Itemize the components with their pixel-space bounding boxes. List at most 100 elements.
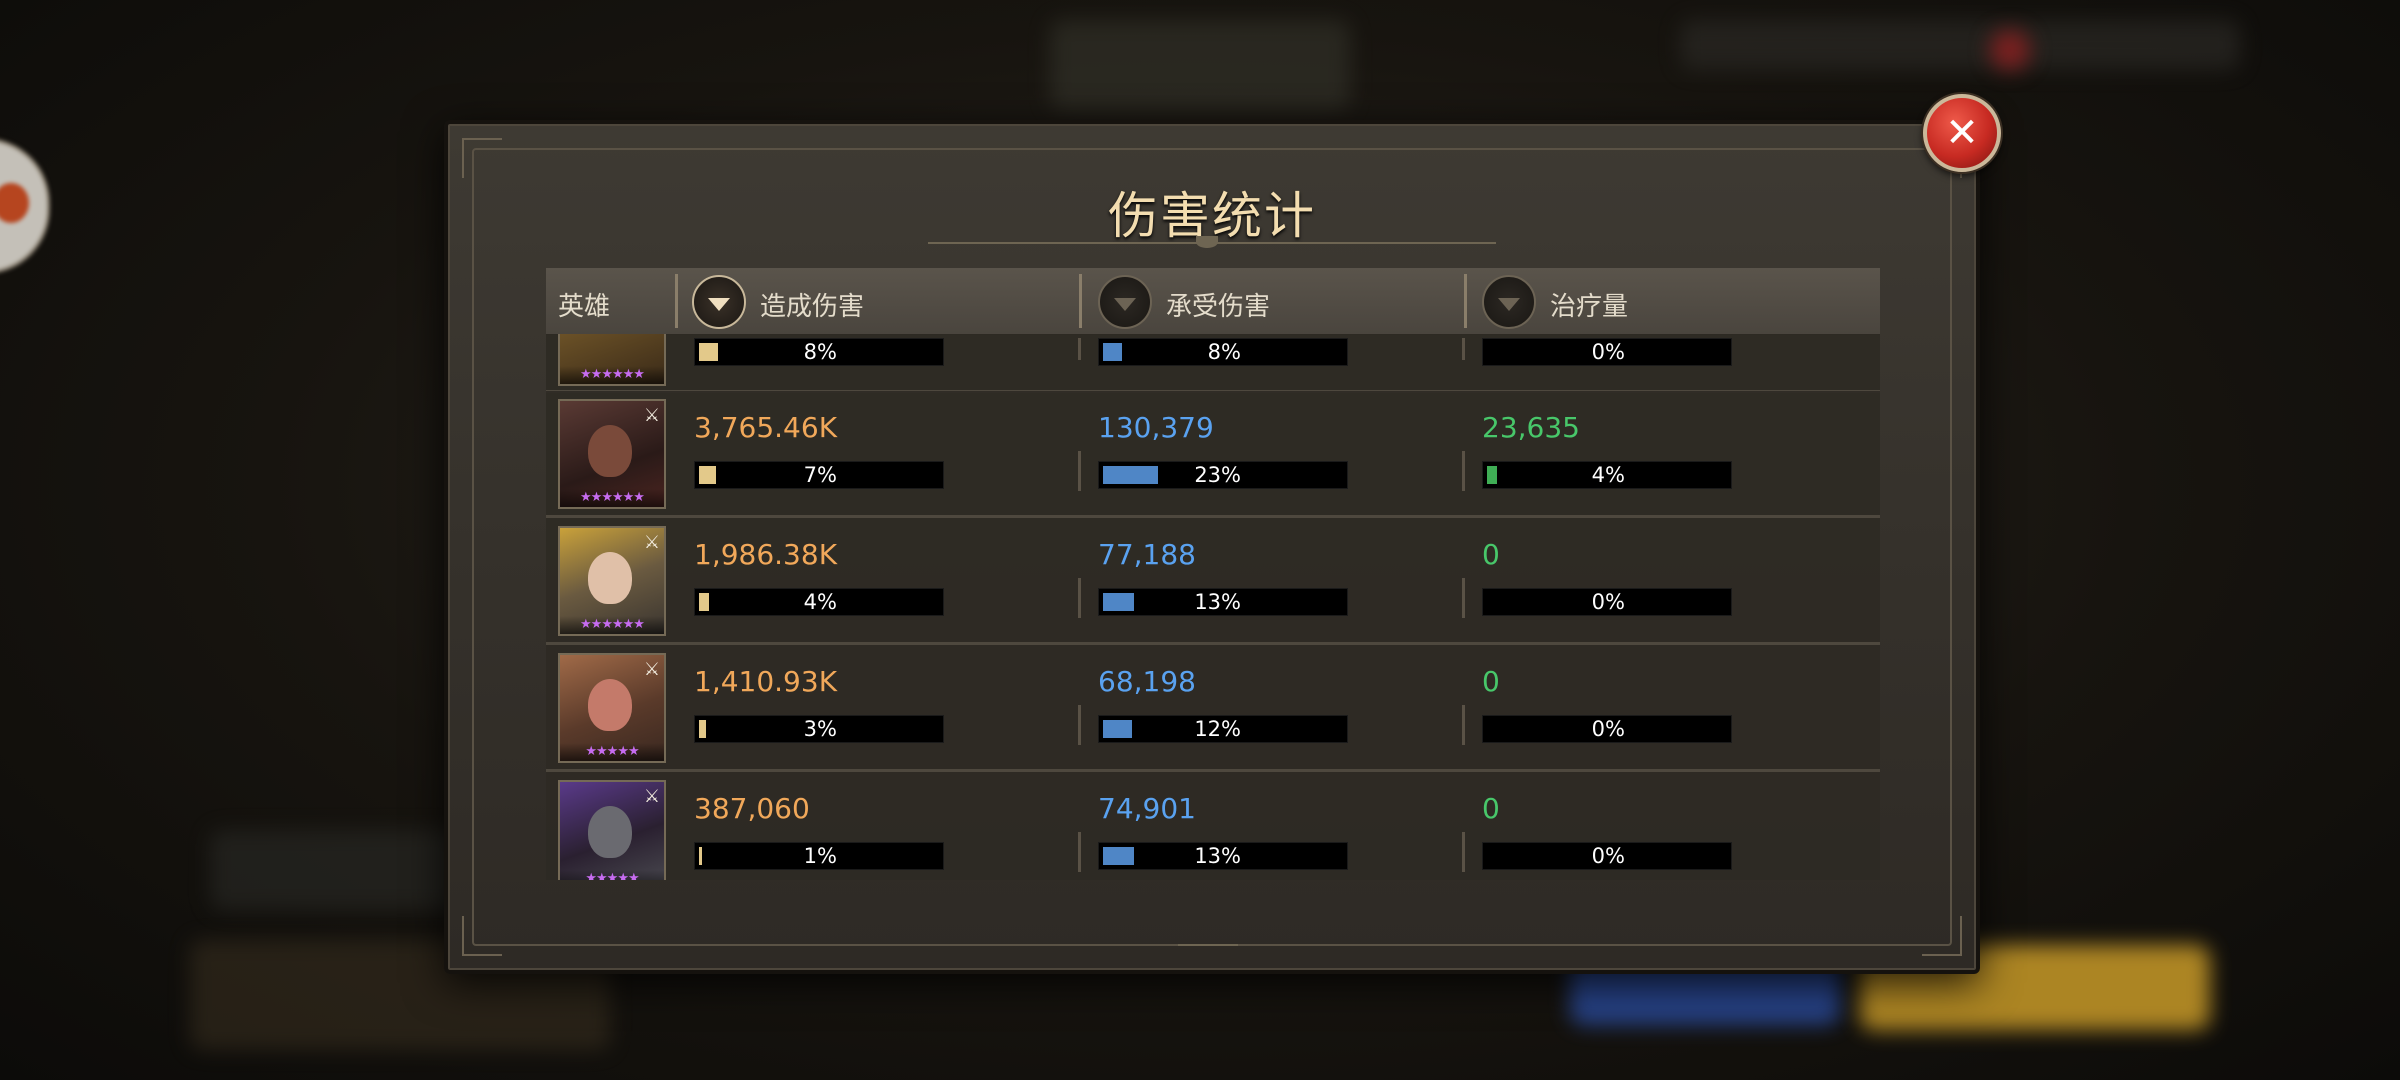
column-divider [1078, 451, 1081, 491]
player-avatar [0, 138, 50, 274]
sort-damage-taken-button[interactable] [1098, 275, 1152, 329]
table-header: 英雄 造成伤害 承受伤害 治疗量 [546, 268, 1880, 335]
damage-dealt-bar-fill [699, 593, 709, 611]
damage-dealt-percent: 7% [803, 463, 837, 487]
column-divider [1078, 338, 1081, 360]
damage-dealt-bar: 8% [694, 338, 944, 366]
damage-taken-percent: 13% [1194, 844, 1241, 868]
healing-bar: 4% [1482, 461, 1732, 489]
healing-bar: 0% [1482, 588, 1732, 616]
damage-taken-bar-fill [1103, 720, 1132, 738]
background-icon [1990, 30, 2030, 70]
healing-percent: 0% [1591, 340, 1625, 364]
hero-face [588, 425, 632, 477]
hero-row: ⚔ ★★★★★★ 1,986.38K 4% 77,188 13% 0 0% [546, 518, 1880, 645]
hero-portrait[interactable]: ⚔ ★★★★★ [558, 780, 666, 880]
header-divider [675, 274, 678, 328]
header-hero: 英雄 [558, 292, 611, 322]
damage-taken-value: 68,198 [1098, 665, 1196, 698]
column-divider [1462, 578, 1465, 618]
healing-value: 23,635 [1482, 411, 1580, 444]
sort-damage-dealt-button[interactable] [692, 275, 746, 329]
healing-percent: 0% [1591, 844, 1625, 868]
damage-dealt-percent: 3% [803, 717, 837, 741]
damage-taken-bar-fill [1103, 593, 1134, 611]
header-healing: 治疗量 [1550, 292, 1629, 322]
sort-healing-button[interactable] [1482, 275, 1536, 329]
hero-portrait[interactable]: ⚔ ★★★★★★ [558, 399, 666, 509]
damage-dealt-value: 387,060 [694, 792, 810, 825]
healing-value: 0 [1482, 665, 1500, 698]
column-divider [1078, 578, 1081, 618]
hero-face [588, 806, 632, 858]
header-damage-dealt: 造成伤害 [760, 292, 865, 322]
column-divider [1462, 451, 1465, 491]
healing-percent: 4% [1591, 463, 1625, 487]
damage-taken-bar: 8% [1098, 338, 1348, 366]
damage-taken-value: 130,379 [1098, 411, 1214, 444]
star-rating: ★★★★★ [560, 743, 664, 761]
damage-dealt-bar-fill [699, 847, 702, 865]
header-damage-taken: 承受伤害 [1166, 292, 1271, 322]
damage-dealt-bar: 7% [694, 461, 944, 489]
frame-corner-ornament [462, 916, 502, 956]
healing-percent: 0% [1591, 590, 1625, 614]
column-divider [1462, 338, 1465, 360]
header-divider [1464, 274, 1467, 328]
damage-taken-bar-fill [1103, 466, 1158, 484]
star-rating: ★★★★★★ [560, 366, 664, 384]
background-scenery [1050, 20, 1350, 110]
stats-list[interactable]: ★★★★★★ 8% 8% 0% ⚔ ★★★★★★ 3,765.46K 7% 13… [546, 334, 1880, 880]
damage-taken-value: 77,188 [1098, 538, 1196, 571]
close-button[interactable]: ✕ [1923, 94, 2001, 172]
star-rating: ★★★★★★ [560, 489, 664, 507]
healing-value: 0 [1482, 792, 1500, 825]
damage-dealt-bar: 1% [694, 842, 944, 870]
damage-dealt-bar-fill [699, 343, 718, 361]
hero-class-icon: ⚔ [643, 786, 660, 807]
hero-class-icon: ⚔ [643, 405, 660, 426]
healing-bar-fill [1487, 466, 1497, 484]
frame-corner-ornament [1922, 916, 1962, 956]
healing-bar: 0% [1482, 338, 1732, 366]
background-panel [210, 830, 460, 910]
damage-dealt-percent: 8% [803, 340, 837, 364]
damage-taken-bar: 23% [1098, 461, 1348, 489]
hero-row: ⚔ ★★★★★ 387,060 1% 74,901 13% 0 0% [546, 772, 1880, 880]
damage-dealt-bar-fill [699, 466, 716, 484]
healing-bar: 0% [1482, 842, 1732, 870]
column-divider [1078, 832, 1081, 872]
damage-dealt-bar: 4% [694, 588, 944, 616]
sort-arrow-icon [1114, 297, 1136, 311]
damage-taken-bar: 13% [1098, 588, 1348, 616]
damage-taken-bar-fill [1103, 343, 1122, 361]
healing-value: 0 [1482, 538, 1500, 571]
damage-dealt-value: 1,410.93K [694, 665, 838, 698]
hero-class-icon: ⚔ [643, 532, 660, 553]
damage-taken-percent: 23% [1194, 463, 1241, 487]
star-rating: ★★★★★★ [560, 616, 664, 634]
damage-taken-bar: 13% [1098, 842, 1348, 870]
bottom-ornament [1178, 944, 1238, 956]
damage-dealt-bar: 3% [694, 715, 944, 743]
hero-portrait[interactable]: ⚔ ★★★★★ [558, 653, 666, 763]
star-rating: ★★★★★ [560, 870, 664, 880]
column-divider [1462, 705, 1465, 745]
background-top-bar [1680, 20, 2240, 70]
healing-percent: 0% [1591, 717, 1625, 741]
hero-row: ⚔ ★★★★★ 1,410.93K 3% 68,198 12% 0 0% [546, 645, 1880, 772]
hero-portrait[interactable]: ⚔ ★★★★★★ [558, 526, 666, 636]
sort-arrow-icon [708, 297, 730, 311]
frame-corner-ornament [462, 138, 502, 178]
damage-taken-percent: 13% [1194, 590, 1241, 614]
column-divider [1078, 705, 1081, 745]
hero-class-icon: ⚔ [643, 659, 660, 680]
damage-taken-bar-fill [1103, 847, 1134, 865]
title-divider [928, 236, 1496, 250]
damage-dealt-bar-fill [699, 720, 706, 738]
damage-taken-percent: 8% [1207, 340, 1241, 364]
damage-dealt-value: 3,765.46K [694, 411, 838, 444]
damage-dealt-value: 1,986.38K [694, 538, 838, 571]
damage-taken-value: 74,901 [1098, 792, 1196, 825]
hero-portrait[interactable]: ★★★★★★ [558, 334, 666, 386]
